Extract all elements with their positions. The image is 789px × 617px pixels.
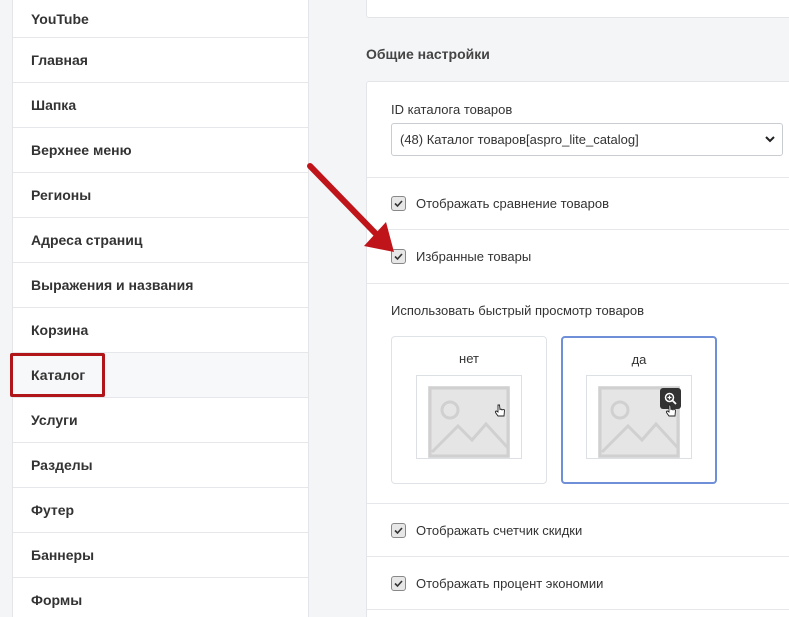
compare-checkbox[interactable] (391, 196, 406, 211)
catalog-id-select[interactable]: (48) Каталог товаров[aspro_lite_catalog] (391, 123, 783, 156)
image-placeholder-icon (428, 386, 510, 458)
sidebar-item-label: Адреса страниц (31, 232, 143, 248)
sidebar-item-label: Разделы (31, 457, 93, 473)
sidebar-item-label: Футер (31, 502, 75, 518)
catalog-id-label: ID каталога товаров (391, 102, 513, 117)
sidebar-item-services[interactable]: Услуги (13, 398, 308, 443)
sidebar-item-youtube[interactable]: YouTube (13, 0, 308, 38)
compare-label: Отображать сравнение товаров (416, 196, 609, 211)
quick-view-option-yes[interactable]: да (561, 336, 717, 484)
sidebar-item-label: Верхнее меню (31, 142, 132, 158)
quick-view-option-no[interactable]: нет (391, 336, 547, 484)
quick-view-row: Использовать быстрый просмотр товаров не… (367, 284, 789, 504)
sidebar-item-label: Выражения и названия (31, 277, 194, 293)
quick-view-label: Использовать быстрый просмотр товаров (391, 303, 645, 318)
compare-row: Отображать сравнение товаров (367, 178, 789, 230)
checkmark-icon (394, 253, 403, 261)
section-title: Общие настройки (366, 46, 490, 62)
sidebar-item-label: YouTube (31, 10, 89, 27)
sidebar-item-header[interactable]: Шапка (13, 83, 308, 128)
sidebar-item-main[interactable]: Главная (13, 38, 308, 83)
sidebar-item-forms[interactable]: Формы (13, 578, 308, 617)
checkmark-icon (394, 579, 403, 587)
sidebar-item-label: Регионы (31, 187, 92, 203)
sidebar-item-phrases[interactable]: Выражения и названия (13, 263, 308, 308)
previous-settings-card (366, 0, 789, 18)
favorites-row: Избранные товары (367, 230, 789, 284)
discount-counter-checkbox[interactable] (391, 522, 406, 538)
sidebar-item-label: Каталог (31, 367, 86, 383)
chevron-down-icon (765, 136, 775, 143)
option-label: нет (459, 351, 479, 366)
sidebar-item-label: Шапка (31, 97, 77, 113)
sidebar-item-banners[interactable]: Баннеры (13, 533, 308, 578)
sidebar-item-regions[interactable]: Регионы (13, 173, 308, 218)
sidebar-item-catalog[interactable]: Каталог (13, 353, 308, 398)
sidebar-item-footer[interactable]: Футер (13, 488, 308, 533)
checkmark-icon (394, 200, 403, 208)
sidebar-item-sections[interactable]: Разделы (13, 443, 308, 488)
catalog-id-value: (48) Каталог товаров[aspro_lite_catalog] (400, 132, 639, 147)
hand-cursor-icon (665, 404, 676, 417)
discount-counter-label: Отображать счетчик скидки (416, 522, 583, 538)
catalog-id-row: ID каталога товаров (48) Каталог товаров… (367, 82, 789, 178)
sidebar-item-label: Услуги (31, 412, 78, 428)
settings-sidebar: YouTube Главная Шапка Верхнее меню Регио… (12, 0, 309, 617)
hand-cursor-icon (494, 404, 505, 417)
checkmark-icon (394, 526, 403, 534)
discount-counter-row: Отображать счетчик скидки (367, 504, 789, 557)
sidebar-item-label: Главная (31, 52, 88, 68)
sidebar-item-label: Формы (31, 592, 83, 608)
general-settings-card: ID каталога товаров (48) Каталог товаров… (366, 81, 789, 617)
favorites-label: Избранные товары (416, 249, 532, 264)
sidebar-item-label: Баннеры (31, 547, 95, 563)
sidebar-item-page-addresses[interactable]: Адреса страниц (13, 218, 308, 263)
option-label: да (631, 352, 647, 367)
main-panel: Общие настройки ID каталога товаров (48)… (309, 0, 789, 617)
savings-percent-checkbox[interactable] (391, 575, 406, 591)
sidebar-item-top-menu[interactable]: Верхнее меню (13, 128, 308, 173)
preview-thumbnail (416, 375, 522, 459)
sidebar-item-cart[interactable]: Корзина (13, 308, 308, 353)
favorites-checkbox[interactable] (391, 249, 406, 264)
savings-percent-row: Отображать процент экономии (367, 557, 789, 610)
sidebar-item-label: Корзина (31, 322, 89, 338)
savings-percent-label: Отображать процент экономии (416, 575, 604, 591)
preview-thumbnail (586, 375, 692, 459)
